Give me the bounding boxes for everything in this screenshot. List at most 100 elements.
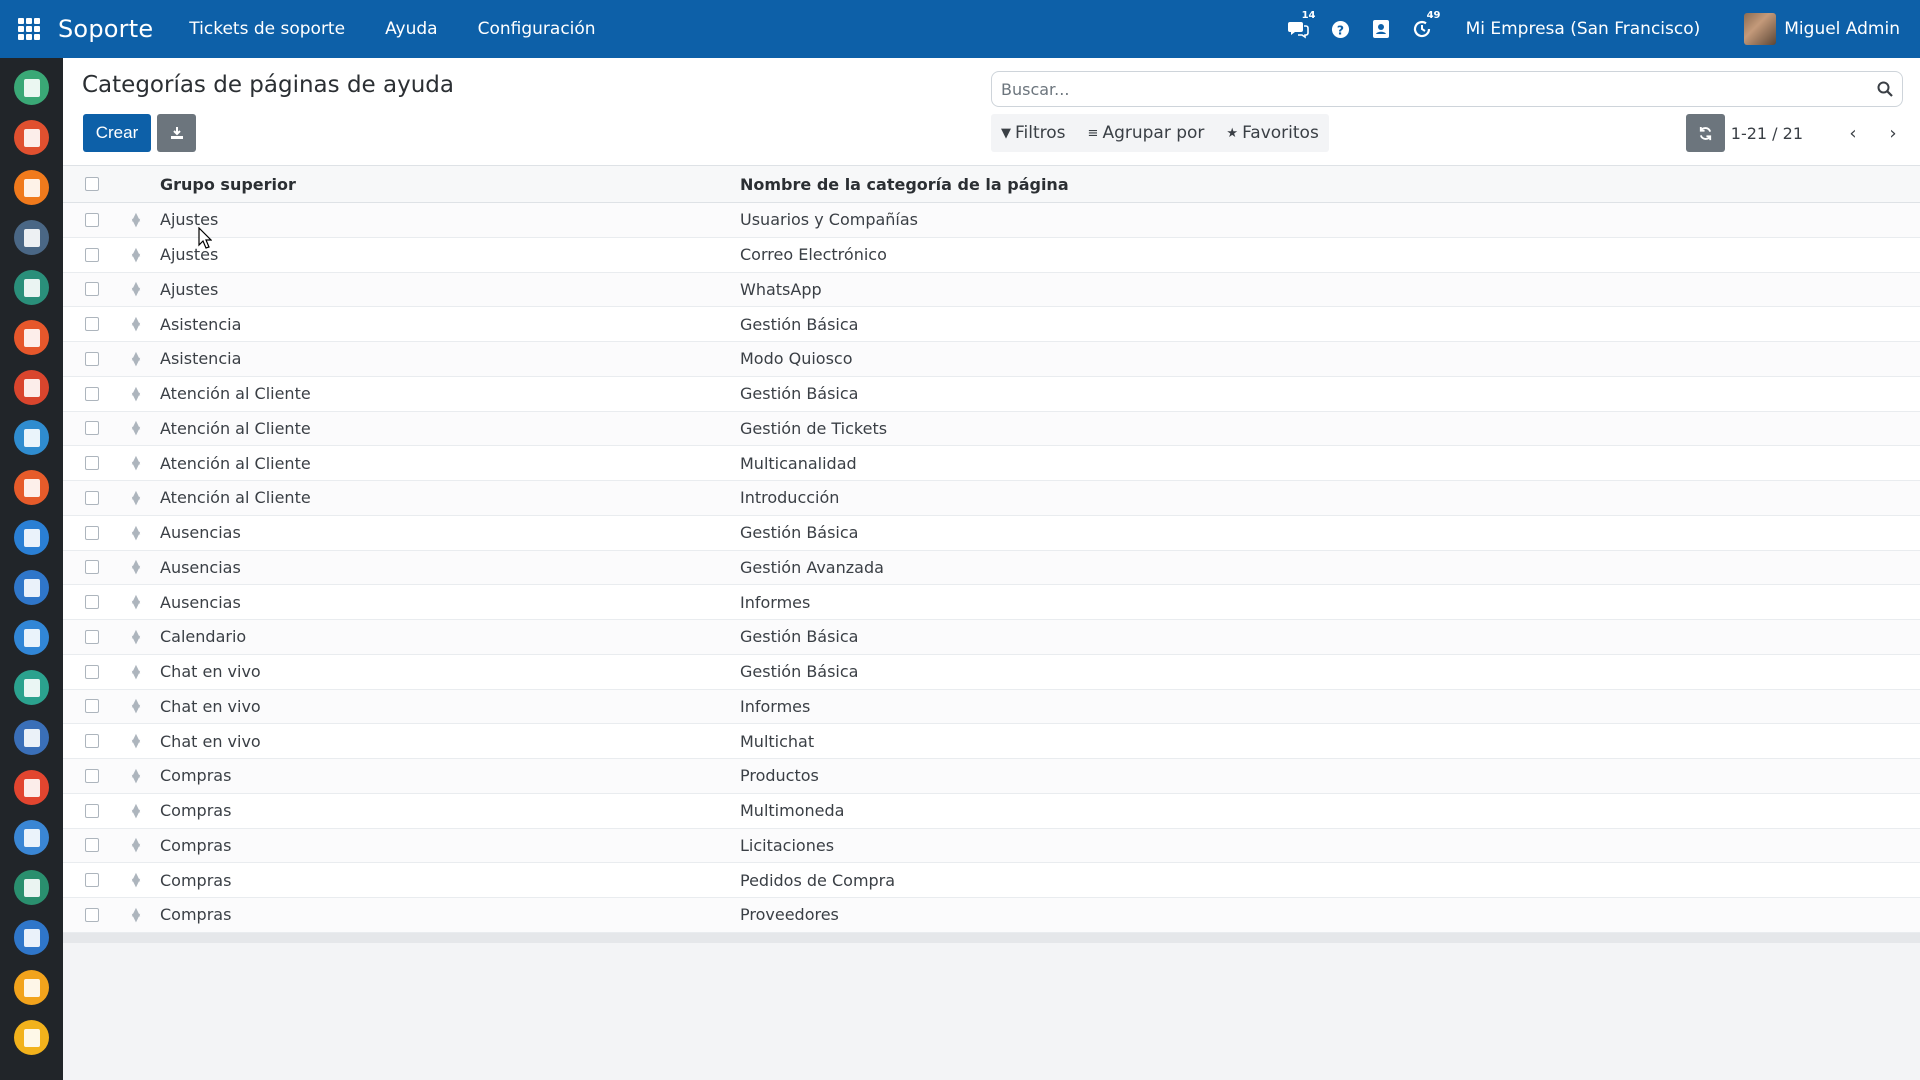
drag-handle-icon[interactable]: ▲ ▼ [116, 558, 156, 575]
search-input[interactable] [1001, 79, 1868, 99]
row-checkbox[interactable] [84, 734, 99, 749]
table-row[interactable]: ▲ ▼ Asistencia Modo Quiosco [63, 342, 1920, 377]
schedule-icon[interactable] [14, 770, 49, 805]
app-brand[interactable]: Soporte [58, 15, 153, 43]
menu-configuracion[interactable]: Configuración [478, 19, 596, 39]
row-checkbox[interactable] [84, 490, 99, 505]
store-icon[interactable] [14, 720, 49, 755]
table-row[interactable]: ▲ ▼ Chat en vivo Multichat [63, 724, 1920, 759]
team-icon[interactable] [14, 220, 49, 255]
drag-handle-icon[interactable]: ▲ ▼ [116, 419, 156, 436]
row-checkbox[interactable] [84, 525, 99, 540]
app-icon-6[interactable] [14, 320, 49, 355]
drag-handle-icon[interactable]: ▲ ▼ [116, 871, 156, 888]
table-row[interactable]: ▲ ▼ Ajustes Usuarios y Compañías [63, 203, 1920, 238]
folder-icon[interactable] [14, 970, 49, 1005]
row-checkbox[interactable] [84, 317, 99, 332]
reports-icon[interactable] [14, 370, 49, 405]
contacts-button[interactable] [1372, 19, 1390, 39]
calendar-icon[interactable] [14, 120, 49, 155]
row-checkbox[interactable] [84, 803, 99, 818]
user-menu[interactable]: Miguel Admin [1744, 13, 1900, 45]
filters-button[interactable]: ▼ Filtros [1001, 123, 1066, 143]
row-checkbox[interactable] [84, 629, 99, 644]
search-bar[interactable] [991, 71, 1903, 107]
favorites-button[interactable]: ★ Favoritos [1226, 123, 1318, 143]
drag-handle-icon[interactable]: ▲ ▼ [116, 524, 156, 541]
app-menu-button[interactable] [0, 0, 58, 58]
table-row[interactable]: ▲ ▼ Atención al Cliente Gestión de Tickets [63, 411, 1920, 447]
calculator-icon[interactable] [14, 570, 49, 605]
row-checkbox[interactable] [84, 456, 99, 471]
help-button[interactable]: ? [1331, 20, 1350, 39]
drag-handle-icon[interactable]: ▲ ▼ [116, 454, 156, 471]
table-row[interactable]: ▲ ▼ Chat en vivo Gestión Básica [63, 655, 1920, 690]
table-row[interactable]: ▲ ▼ Asistencia Gestión Básica [63, 307, 1920, 342]
app-icon-13[interactable] [14, 670, 49, 705]
row-checkbox[interactable] [84, 386, 99, 401]
table-row[interactable]: ▲ ▼ Chat en vivo Informes [63, 689, 1920, 725]
table-row[interactable]: ▲ ▼ Ausencias Informes [63, 585, 1920, 620]
table-row[interactable]: ▲ ▼ Compras Licitaciones [63, 828, 1920, 864]
table-row[interactable]: ▲ ▼ Ausencias Gestión Avanzada [63, 550, 1920, 586]
row-checkbox[interactable] [84, 873, 99, 888]
window-icon[interactable] [14, 820, 49, 855]
drag-handle-icon[interactable]: ▲ ▼ [116, 628, 156, 645]
support-icon[interactable] [14, 420, 49, 455]
table-row[interactable]: ▲ ▼ Ajustes WhatsApp [63, 272, 1920, 308]
column-header-name[interactable]: Nombre de la categoría de la página [736, 175, 1920, 194]
row-checkbox[interactable] [84, 247, 99, 262]
search-icon[interactable] [1868, 81, 1902, 97]
drag-handle-icon[interactable]: ▲ ▼ [116, 315, 156, 332]
row-checkbox[interactable] [84, 212, 99, 227]
drag-handle-icon[interactable]: ▲ ▼ [116, 663, 156, 680]
drag-handle-icon[interactable]: ▲ ▼ [116, 246, 156, 263]
create-button[interactable]: Crear [83, 114, 151, 152]
row-checkbox[interactable] [84, 351, 99, 366]
drag-handle-icon[interactable]: ▲ ▼ [116, 280, 156, 297]
row-checkbox[interactable] [84, 768, 99, 783]
table-row[interactable]: ▲ ▼ Ausencias Gestión Básica [63, 516, 1920, 551]
export-button[interactable] [157, 114, 196, 152]
table-row[interactable]: ▲ ▼ Atención al Cliente Multicanalidad [63, 446, 1920, 481]
row-checkbox[interactable] [84, 907, 99, 922]
table-row[interactable]: ▲ ▼ Compras Multimoneda [63, 794, 1920, 829]
row-checkbox[interactable] [84, 282, 99, 297]
planner-icon[interactable] [14, 620, 49, 655]
employee-icon[interactable] [14, 270, 49, 305]
document-icon[interactable] [14, 920, 49, 955]
list-icon[interactable] [14, 1020, 49, 1055]
column-header-parent[interactable]: Grupo superior [156, 175, 736, 194]
menu-tickets[interactable]: Tickets de soporte [189, 19, 345, 39]
row-checkbox[interactable] [84, 699, 99, 714]
activities-button[interactable]: 49 [1412, 10, 1440, 39]
row-checkbox[interactable] [84, 838, 99, 853]
table-row[interactable]: ▲ ▼ Compras Proveedores [63, 898, 1920, 933]
pager-value[interactable]: 1-21 / 21 [1731, 124, 1803, 143]
drag-handle-icon[interactable]: ▲ ▼ [116, 211, 156, 228]
flag-icon[interactable] [14, 870, 49, 905]
drag-handle-icon[interactable]: ▲ ▼ [116, 385, 156, 402]
row-checkbox[interactable] [84, 595, 99, 610]
groupby-button[interactable]: ≡ Agrupar por [1088, 123, 1205, 143]
drag-handle-icon[interactable]: ▲ ▼ [116, 836, 156, 853]
app-icon-1[interactable] [14, 70, 49, 105]
drag-handle-icon[interactable]: ▲ ▼ [116, 732, 156, 749]
drag-handle-icon[interactable]: ▲ ▼ [116, 697, 156, 714]
table-row[interactable]: ▲ ▼ Calendario Gestión Básica [63, 620, 1920, 655]
drag-handle-icon[interactable]: ▲ ▼ [116, 802, 156, 819]
chevron-right-icon[interactable]: › [1883, 123, 1903, 144]
table-row[interactable]: ▲ ▼ Compras Productos [63, 759, 1920, 794]
chevron-left-icon[interactable]: ‹ [1843, 123, 1863, 144]
row-checkbox[interactable] [84, 421, 99, 436]
row-checkbox[interactable] [84, 664, 99, 679]
menu-ayuda[interactable]: Ayuda [385, 19, 438, 39]
refresh-button[interactable] [1685, 114, 1725, 152]
select-all-checkbox[interactable] [84, 177, 99, 191]
notes-icon[interactable] [14, 170, 49, 205]
device-icon[interactable] [14, 520, 49, 555]
drag-handle-icon[interactable]: ▲ ▼ [116, 906, 156, 923]
table-row[interactable]: ▲ ▼ Compras Pedidos de Compra [63, 863, 1920, 898]
table-row[interactable]: ▲ ▼ Ajustes Correo Electrónico [63, 238, 1920, 273]
drag-handle-icon[interactable]: ▲ ▼ [116, 350, 156, 367]
